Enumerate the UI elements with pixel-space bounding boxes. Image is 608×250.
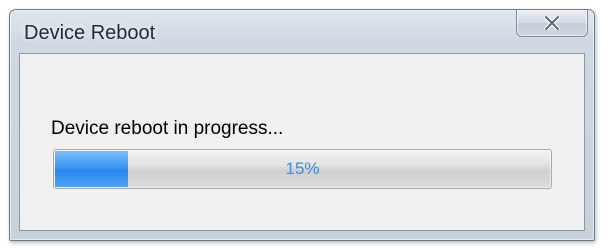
dialog-window: Device Reboot Device reboot in progress.… [9,9,595,241]
close-icon [544,16,560,30]
title-bar[interactable]: Device Reboot [10,10,594,54]
close-button[interactable] [516,10,588,37]
status-message: Device reboot in progress... [51,118,284,139]
progress-bar: 15% [53,149,552,189]
dialog-content: Device reboot in progress... 15% [19,53,585,231]
progress-percent-label: 15% [285,159,320,178]
window-title: Device Reboot [24,22,156,44]
